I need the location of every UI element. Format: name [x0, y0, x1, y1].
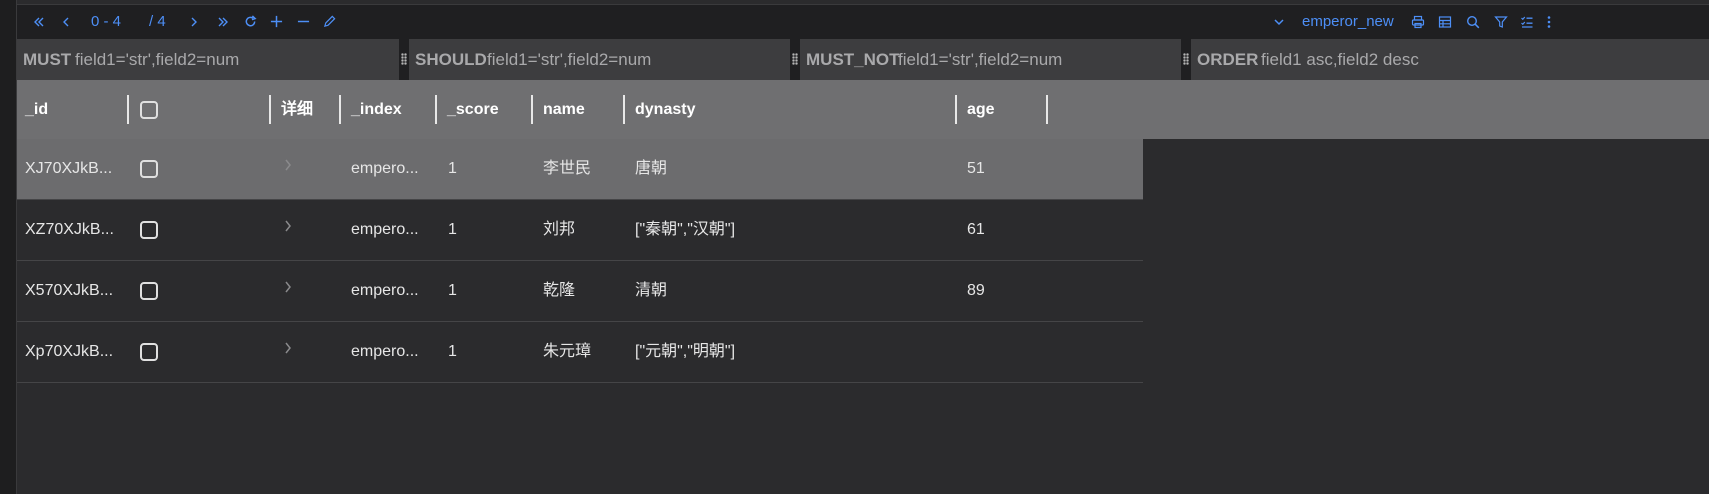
column-divider[interactable] — [1046, 95, 1048, 124]
order-filter-input[interactable]: ORDER field1 asc,field2 desc — [1191, 39, 1709, 80]
cell-age: 51 — [967, 160, 985, 177]
must-not-placeholder: field1='str',field2=num — [898, 50, 1063, 69]
column-header-name[interactable]: name — [543, 80, 585, 139]
must-not-filter-input[interactable]: MUST_NOT field1='str',field2=num — [800, 39, 1181, 80]
index-dropdown-icon[interactable] — [1271, 5, 1287, 39]
must-not-keyword: MUST_NOT — [806, 50, 900, 69]
should-keyword: SHOULD — [415, 50, 487, 69]
table-header: _id 详细 _index _score name dynasty age — [17, 80, 1709, 139]
must-keyword: MUST — [23, 50, 72, 69]
prev-page-icon[interactable] — [59, 5, 73, 39]
column-header-dynasty[interactable]: dynasty — [635, 80, 695, 139]
column-header-index[interactable]: _index — [351, 80, 402, 139]
column-divider[interactable] — [339, 95, 341, 124]
table-row[interactable]: XJ70XJkB... empero... 1 李世民 唐朝 51 — [17, 139, 1143, 200]
order-placeholder: field1 asc,field2 desc — [1261, 50, 1419, 69]
cell-name: 李世民 — [543, 160, 592, 177]
cell-score: 1 — [448, 343, 457, 360]
column-header-score[interactable]: _score — [447, 80, 499, 139]
row-checkbox[interactable] — [140, 343, 158, 361]
row-checkbox[interactable] — [140, 160, 158, 178]
toolbar: 0 - 4 / 4 emperor_new — [17, 4, 1709, 40]
column-header-detail[interactable]: 详细 — [281, 80, 313, 139]
cell-id: XZ70XJkB... — [25, 221, 114, 238]
index-selector[interactable]: emperor_new — [1302, 5, 1394, 39]
add-row-icon[interactable] — [267, 5, 285, 39]
row-checkbox[interactable] — [140, 221, 158, 239]
cell-dynasty: ["秦朝","汉朝"] — [635, 221, 736, 238]
first-page-icon[interactable] — [31, 5, 47, 39]
column-divider[interactable] — [127, 95, 129, 124]
cell-score: 1 — [448, 160, 457, 177]
cell-dynasty: 唐朝 — [635, 160, 668, 177]
left-panel-edge — [0, 0, 17, 494]
column-list-icon[interactable] — [1519, 5, 1535, 39]
must-filter-input[interactable]: MUST field1='str',field2=num — [17, 39, 399, 80]
table-row[interactable]: Xp70XJkB... empero... 1 朱元璋 ["元朝","明朝"] — [17, 322, 1143, 383]
cell-age: 61 — [967, 221, 985, 238]
expand-chevron-icon[interactable] — [283, 157, 293, 178]
expand-chevron-icon[interactable] — [283, 218, 293, 239]
remove-row-icon[interactable] — [295, 5, 311, 39]
resize-handle-icon[interactable] — [1181, 39, 1191, 80]
next-page-icon[interactable] — [187, 5, 201, 39]
cell-id: X570XJkB... — [25, 282, 114, 299]
cell-name: 乾隆 — [543, 282, 576, 299]
print-icon[interactable] — [1410, 5, 1426, 39]
select-all-checkbox[interactable] — [140, 101, 158, 119]
more-menu-icon[interactable] — [1544, 5, 1554, 39]
resize-handle-icon[interactable] — [790, 39, 800, 80]
edit-icon[interactable] — [321, 5, 337, 39]
column-divider[interactable] — [531, 95, 533, 124]
cell-dynasty: 清朝 — [635, 282, 668, 299]
must-placeholder: field1='str',field2=num — [75, 50, 240, 69]
cell-id: Xp70XJkB... — [25, 343, 114, 360]
page-total: / 4 — [149, 13, 166, 30]
page-range: 0 - 4 — [91, 13, 122, 30]
cell-score: 1 — [448, 282, 457, 299]
cell-dynasty: ["元朝","明朝"] — [635, 343, 736, 360]
column-divider[interactable] — [623, 95, 625, 124]
table-row[interactable]: XZ70XJkB... empero... 1 刘邦 ["秦朝","汉朝"] 6… — [17, 200, 1143, 261]
column-header-id[interactable]: _id — [25, 80, 48, 139]
cell-index: empero... — [351, 221, 419, 238]
should-placeholder: field1='str',field2=num — [487, 50, 652, 69]
filter-icon[interactable] — [1493, 5, 1509, 39]
cell-index: empero... — [351, 160, 419, 177]
expand-chevron-icon[interactable] — [283, 340, 293, 361]
column-divider[interactable] — [435, 95, 437, 124]
cell-index: empero... — [351, 343, 419, 360]
refresh-icon[interactable] — [241, 5, 259, 39]
table-view-icon[interactable] — [1437, 5, 1453, 39]
cell-index: empero... — [351, 282, 419, 299]
column-header-age[interactable]: age — [967, 80, 995, 139]
cell-id: XJ70XJkB... — [25, 160, 113, 177]
resize-handle-icon[interactable] — [399, 39, 409, 80]
should-filter-input[interactable]: SHOULD field1='str',field2=num — [409, 39, 790, 80]
row-checkbox[interactable] — [140, 282, 158, 300]
column-divider[interactable] — [955, 95, 957, 124]
cell-age: 89 — [967, 282, 985, 299]
cell-name: 刘邦 — [543, 221, 576, 238]
column-divider[interactable] — [269, 95, 271, 124]
query-results-panel: 0 - 4 / 4 emperor_new MUST field1='str',… — [17, 0, 1709, 494]
search-icon[interactable] — [1465, 5, 1481, 39]
cell-name: 朱元璋 — [543, 343, 592, 360]
expand-chevron-icon[interactable] — [283, 279, 293, 300]
cell-score: 1 — [448, 221, 457, 238]
order-keyword: ORDER — [1197, 50, 1259, 69]
last-page-icon[interactable] — [215, 5, 231, 39]
table-row[interactable]: X570XJkB... empero... 1 乾隆 清朝 89 — [17, 261, 1143, 322]
query-filter-bar: MUST field1='str',field2=num SHOULD fiel… — [17, 39, 1709, 80]
